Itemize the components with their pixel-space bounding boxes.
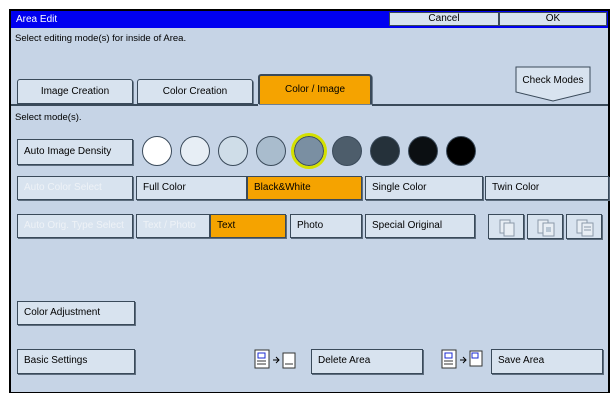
density-selected-ring	[291, 133, 327, 169]
single-color-button[interactable]: Single Color	[365, 176, 483, 200]
density-level-3[interactable]	[218, 136, 248, 166]
check-modes-button[interactable]: Check Modes	[515, 66, 591, 102]
auto-color-select-button[interactable]: Auto Color Select	[17, 176, 133, 200]
tab-divider-right	[372, 104, 608, 106]
pages-image-icon	[537, 219, 555, 237]
special-original-button[interactable]: Special Original	[365, 214, 475, 238]
delete-area-icon	[254, 349, 296, 369]
full-color-button[interactable]: Full Color	[136, 176, 247, 200]
text-photo-button[interactable]: Text / Photo	[136, 214, 210, 238]
delete-area-button[interactable]: Delete Area	[311, 349, 423, 374]
tab-color-image[interactable]: Color / Image	[258, 74, 372, 104]
density-level-1[interactable]	[142, 136, 172, 166]
auto-image-density-button[interactable]: Auto Image Density	[17, 139, 133, 165]
auto-orig-type-select-button[interactable]: Auto Orig. Type Select	[17, 214, 133, 238]
ok-button[interactable]: OK	[499, 12, 607, 26]
pages-text-icon	[576, 219, 594, 237]
stacked-pages-icon	[499, 219, 515, 237]
save-area-icon	[441, 349, 483, 369]
original-type-icon-button-3[interactable]	[566, 214, 602, 239]
twin-color-button[interactable]: Twin Color	[485, 176, 609, 200]
density-level-4[interactable]	[256, 136, 286, 166]
density-level-6[interactable]	[332, 136, 362, 166]
density-level-7[interactable]	[370, 136, 400, 166]
tab-divider-left	[11, 104, 258, 106]
area-edit-panel: Area Edit Cancel OK Select editing mode(…	[11, 11, 609, 392]
save-area-button[interactable]: Save Area	[491, 349, 603, 374]
tab-color-creation[interactable]: Color Creation	[137, 79, 253, 104]
density-level-8[interactable]	[408, 136, 438, 166]
area-edit-frame: Area Edit Cancel OK Select editing mode(…	[9, 9, 610, 393]
color-adjustment-button[interactable]: Color Adjustment	[17, 301, 135, 325]
select-modes-label: Select mode(s).	[15, 112, 82, 123]
text-button[interactable]: Text	[210, 214, 286, 238]
density-level-9[interactable]	[446, 136, 476, 166]
density-level-2[interactable]	[180, 136, 210, 166]
window-title: Area Edit	[16, 14, 58, 25]
instruction-text: Select editing mode(s) for inside of Are…	[15, 33, 187, 44]
cancel-button[interactable]: Cancel	[389, 12, 499, 26]
tab-image-creation[interactable]: Image Creation	[17, 79, 133, 104]
black-white-button[interactable]: Black&White	[247, 176, 362, 200]
original-type-icon-button-1[interactable]	[488, 214, 524, 239]
original-type-icon-button-2[interactable]	[527, 214, 563, 239]
basic-settings-button[interactable]: Basic Settings	[17, 349, 135, 374]
photo-button[interactable]: Photo	[290, 214, 362, 238]
title-bar: Area Edit Cancel OK	[11, 11, 608, 28]
check-modes-label: Check Modes	[522, 75, 583, 86]
